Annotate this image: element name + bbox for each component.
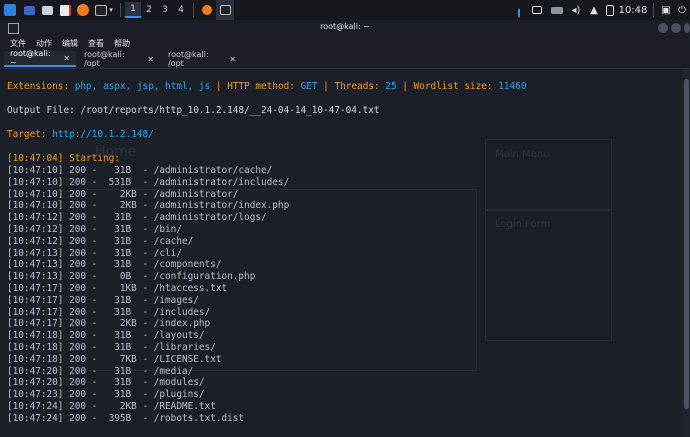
result-row: [10:47:13] 200 - 0B - /configuration.php <box>7 271 256 283</box>
battery-icon[interactable] <box>603 0 617 20</box>
tab-bar: root@kali: ~ ✕ root@kali: /opt ✕ root@ka… <box>0 49 690 69</box>
result-row: [10:47:17] 200 - 31B - /includes/ <box>7 306 211 318</box>
result-row: [10:47:20] 200 - 31B - /media/ <box>7 365 194 377</box>
volume-icon[interactable]: ◂) <box>567 0 585 20</box>
result-row: [10:47:12] 200 - 31B - /bin/ <box>7 224 182 235</box>
tab-root-opt-1[interactable]: root@kali: /opt ✕ <box>78 50 160 68</box>
bg-main-menu-title: Main Menu <box>495 149 550 160</box>
lock-icon[interactable]: ▣ <box>658 0 674 20</box>
result-row: [10:47:18] 200 - 7KB - /LICENSE.txt <box>7 353 222 365</box>
result-row: [10:47:13] 200 - 31B - /cli/ <box>7 247 182 259</box>
workspace-2[interactable]: 2 <box>141 2 157 18</box>
clock[interactable]: 10:48 <box>617 0 649 20</box>
workspace-1[interactable]: 1 <box>125 2 141 18</box>
scan-config-line: Extensions: php, aspx, jsp, html, js | H… <box>7 81 527 92</box>
tab-root-home[interactable]: root@kali: ~ ✕ <box>4 49 76 67</box>
result-row: [10:47:12] 200 - 31B - /administrator/lo… <box>7 212 267 224</box>
workspace-4[interactable]: 4 <box>173 2 189 18</box>
kali-menu-icon[interactable] <box>0 0 20 20</box>
maximize-button[interactable] <box>671 23 681 33</box>
result-row: [10:47:24] 200 - 395B - /robots.txt.dist <box>7 412 245 424</box>
result-row: [10:47:17] 200 - 2KB - /index.php <box>7 318 211 330</box>
text-editor-icon[interactable] <box>56 0 74 20</box>
menu-view[interactable]: 查看 <box>88 38 104 49</box>
cpu-graph-icon <box>511 0 527 20</box>
panel-divider <box>120 3 121 17</box>
result-row: [10:47:17] 200 - 31B - /images/ <box>7 294 199 306</box>
desktop-icon[interactable] <box>20 0 38 20</box>
menu-bar: 文件 动作 编辑 查看 帮助 <box>0 36 690 50</box>
scrollbar-thumb[interactable] <box>684 79 689 409</box>
result-row: [10:47:18] 200 - 31B - /libraries/ <box>7 342 216 353</box>
starting-line: [10:47:04] Starting: <box>7 153 120 164</box>
result-row: [10:47:17] 200 - 1KB - /htaccess.txt <box>7 283 228 294</box>
tab-label: root@kali: /opt <box>168 50 209 68</box>
keyboard-icon[interactable] <box>547 0 567 20</box>
result-row: [10:47:18] 200 - 31B - /layouts/ <box>7 330 205 342</box>
firefox-task-icon[interactable] <box>198 0 216 20</box>
result-row: [10:47:10] 200 - 31B - /administrator/ca… <box>7 165 273 176</box>
result-row: [10:47:20] 200 - 31B - /modules/ <box>7 377 205 389</box>
menu-file[interactable]: 文件 <box>10 38 26 49</box>
minimize-button[interactable] <box>658 23 668 33</box>
panel-divider <box>653 3 654 17</box>
output-file-line: Output File: /root/reports/http_10.1.2.1… <box>7 105 380 116</box>
menu-help[interactable]: 帮助 <box>114 38 130 49</box>
terminal-scrollbar[interactable] <box>682 69 690 437</box>
firefox-icon[interactable] <box>74 0 92 20</box>
power-icon[interactable]: ⏻ <box>674 0 690 20</box>
close-button[interactable] <box>684 23 690 33</box>
result-row: [10:47:10] 200 - 531B - /administrator/i… <box>7 176 290 188</box>
menu-edit[interactable]: 编辑 <box>62 38 78 49</box>
notification-bell-icon[interactable]: ▲ <box>585 0 603 20</box>
result-row: [10:47:23] 200 - 31B - /plugins/ <box>7 389 205 401</box>
panel-divider <box>193 3 194 17</box>
tab-close-icon[interactable]: ✕ <box>147 55 154 64</box>
top-panel: ▾ 1 2 3 4 ◂) ▲ 10:48 ▣ ⏻ <box>0 0 690 20</box>
terminal-task-icon[interactable] <box>216 0 234 20</box>
result-row: [10:47:10] 200 - 2KB - /administrator/ <box>7 188 239 200</box>
workspace-3[interactable]: 3 <box>157 2 173 18</box>
result-row: [10:47:12] 200 - 31B - /cache/ <box>7 235 194 247</box>
menu-actions[interactable]: 动作 <box>36 38 52 49</box>
result-row: [10:47:10] 200 - 2KB - /administrator/in… <box>7 200 290 212</box>
result-row: [10:47:13] 200 - 31B - /components/ <box>7 259 222 271</box>
files-icon[interactable] <box>38 0 56 20</box>
tab-close-icon[interactable]: ✕ <box>63 54 70 63</box>
bg-login-title: Login Form <box>495 219 551 230</box>
target-line: Target: http://10.1.2.148/ <box>7 129 154 140</box>
terminal-output[interactable]: Home Main Menu Login Form Extensions: ph… <box>0 69 682 437</box>
tab-root-opt-2[interactable]: root@kali: /opt ✕ <box>162 50 242 68</box>
tab-label: root@kali: /opt <box>84 50 125 68</box>
tab-close-icon[interactable]: ✕ <box>229 55 236 64</box>
window-titlebar[interactable]: root@kali: ~ <box>0 20 690 36</box>
result-row: [10:47:24] 200 - 2KB - /README.txt <box>7 401 216 412</box>
screen-icon[interactable] <box>527 0 547 20</box>
terminal-launcher-icon[interactable]: ▾ <box>92 0 116 20</box>
window-title: root@kali: ~ <box>320 22 370 31</box>
tab-label: root@kali: ~ <box>10 49 51 67</box>
